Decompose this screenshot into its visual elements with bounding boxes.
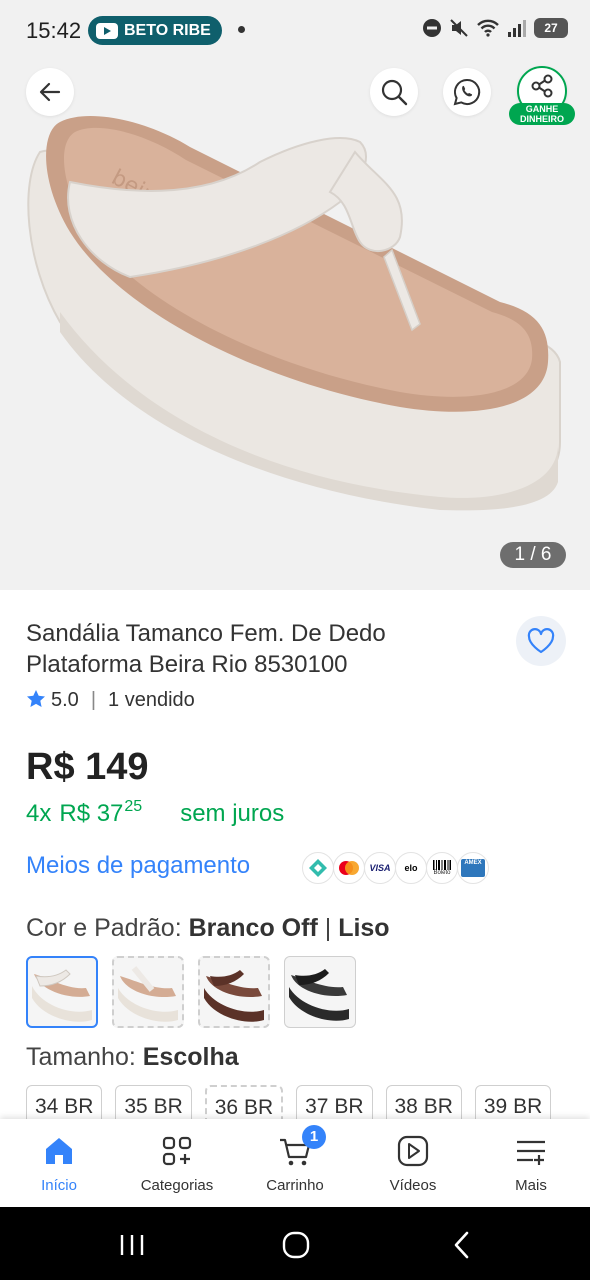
installment-count: 4x xyxy=(26,800,52,827)
nav-label-categorias: Categorias xyxy=(140,1177,214,1194)
whatsapp-share-button[interactable] xyxy=(443,68,491,116)
installments: 4x R$ 37 25 sem juros xyxy=(26,798,285,828)
rating-value: 5.0 xyxy=(51,689,79,711)
recent-apps-button[interactable] xyxy=(112,1225,152,1265)
back-arrow-icon xyxy=(39,82,61,102)
home-circle-icon xyxy=(282,1231,310,1259)
installment-value: R$ 37 xyxy=(59,800,124,827)
nav-label-inicio: Início xyxy=(41,1177,77,1194)
payment-methods-link[interactable]: Meios de pagamento xyxy=(26,852,250,880)
sold-count: 1 vendido xyxy=(108,689,195,711)
nav-label-mais: Mais xyxy=(515,1177,547,1194)
swatch-option-3[interactable] xyxy=(198,956,270,1028)
boleto-icon: Boleto xyxy=(426,852,458,884)
mastercard-icon xyxy=(333,852,365,884)
color-label-row: Cor e Padrão: Branco Off | Liso xyxy=(26,914,390,943)
size-value: Escolha xyxy=(142,1043,239,1071)
swatch-option-4[interactable] xyxy=(284,956,356,1028)
payment-icons[interactable]: VISA elo Boleto AMEX xyxy=(302,852,489,884)
sandal-thumbnail-3 xyxy=(204,970,264,1022)
video-icon xyxy=(397,1135,429,1167)
wifi-icon xyxy=(477,19,499,37)
categories-icon xyxy=(162,1136,192,1166)
status-time: 15:42 xyxy=(26,18,82,43)
earn-money-badge[interactable]: GANHE DINHEIRO xyxy=(509,103,575,125)
home-icon xyxy=(46,1138,72,1164)
pattern-separator: | xyxy=(324,914,332,942)
nav-item-inicio[interactable]: Início xyxy=(0,1119,118,1207)
youtube-pill[interactable]: BETO RIBE xyxy=(88,16,222,45)
favorite-button[interactable] xyxy=(516,616,566,666)
back-button[interactable] xyxy=(26,68,74,116)
more-menu-icon xyxy=(517,1140,545,1165)
heart-icon xyxy=(527,628,555,654)
home-system-button[interactable] xyxy=(276,1225,316,1265)
rating-separator: | xyxy=(90,689,97,711)
swatch-branco-off[interactable] xyxy=(26,956,98,1028)
nav-item-categorias[interactable]: Categorias xyxy=(118,1119,236,1207)
sandal-thumbnail-2 xyxy=(118,966,178,1022)
signal-icon xyxy=(508,20,526,37)
earn-badge-line2: DINHEIRO xyxy=(519,114,564,124)
color-label: Cor e Padrão: xyxy=(26,914,182,942)
status-bar: 15:42 BETO RIBE 27 xyxy=(0,0,590,62)
star-icon xyxy=(27,690,45,707)
size-label: Tamanho: xyxy=(26,1043,136,1071)
cart-count-badge: 1 xyxy=(302,1125,326,1149)
youtube-icon xyxy=(96,22,118,39)
product-image-gallery[interactable]: beira GANHE DINHEIRO 1 / 6 xyxy=(0,62,590,590)
pattern-value: Liso xyxy=(338,914,390,942)
system-navigation-bar xyxy=(0,1207,590,1280)
do-not-disturb-icon xyxy=(423,19,441,37)
share-icon xyxy=(531,74,553,98)
earn-badge-line1: GANHE xyxy=(525,104,559,114)
notification-dot xyxy=(238,26,245,33)
whatsapp-icon xyxy=(453,78,481,106)
back-chevron-icon xyxy=(454,1231,469,1259)
battery-icon: 27 xyxy=(534,18,568,38)
nav-item-mais[interactable]: Mais xyxy=(472,1119,590,1207)
rating-row[interactable]: 5.0 | 1 vendido xyxy=(26,689,195,712)
color-swatches xyxy=(26,956,356,1028)
sandal-thumbnail-1 xyxy=(32,969,92,1022)
mute-icon xyxy=(450,19,468,37)
size-label-row: Tamanho: Escolha xyxy=(26,1043,239,1072)
nav-label-videos: Vídeos xyxy=(389,1177,437,1194)
search-icon xyxy=(381,79,408,106)
nav-label-carrinho: Carrinho xyxy=(266,1177,324,1194)
youtube-pill-label: BETO RIBE xyxy=(124,21,211,39)
boleto-label: Boleto xyxy=(433,870,451,876)
product-title: Sandália Tamanco Fem. De Dedo Plataforma… xyxy=(26,620,386,678)
amex-icon: AMEX xyxy=(457,852,489,884)
sandal-thumbnail-4 xyxy=(289,969,349,1021)
swatch-option-2[interactable] xyxy=(112,956,184,1028)
installment-cents: 25 xyxy=(124,798,143,815)
nav-item-carrinho[interactable]: 1 Carrinho xyxy=(236,1119,354,1207)
recent-apps-icon xyxy=(120,1235,144,1255)
color-value: Branco Off xyxy=(188,914,318,942)
pix-icon xyxy=(302,852,334,884)
product-price: R$ 149 xyxy=(26,746,149,788)
visa-icon: VISA xyxy=(364,852,396,884)
installment-note: sem juros xyxy=(180,800,285,827)
image-counter: 1 / 6 xyxy=(500,542,566,568)
bottom-navigation: Início Categorias 1 Carrinho Vídeos Mais xyxy=(0,1119,590,1207)
product-photo: beira xyxy=(27,116,561,511)
elo-icon: elo xyxy=(395,852,427,884)
nav-item-videos[interactable]: Vídeos xyxy=(354,1119,472,1207)
search-button[interactable] xyxy=(370,68,418,116)
status-icons: 27 xyxy=(422,18,568,38)
back-system-button[interactable] xyxy=(442,1225,482,1265)
